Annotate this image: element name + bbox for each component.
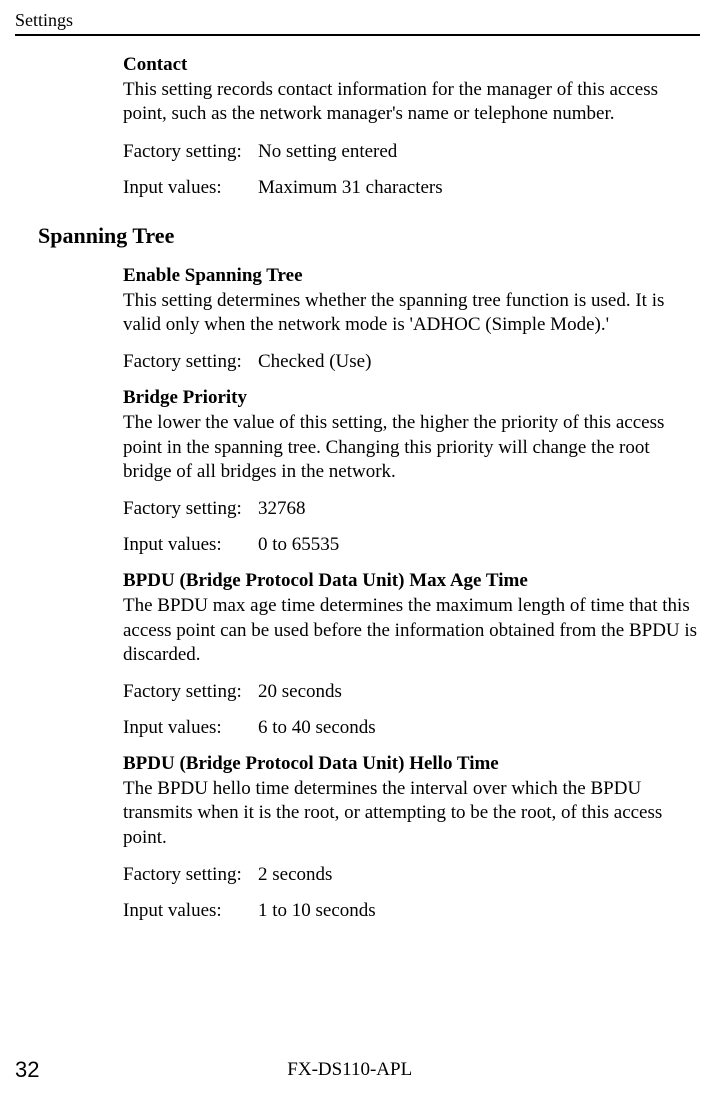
bpdu-hello-factory-row: Factory setting: 2 seconds [123, 864, 700, 886]
factory-setting-value: Checked (Use) [258, 351, 700, 373]
bpdu-hello-input-row: Input values: 1 to 10 seconds [123, 900, 700, 922]
bpdu-hello-description: The BPDU hello time determines the inter… [123, 777, 700, 850]
contact-heading: Contact [123, 54, 700, 76]
enable-spanning-description: This setting determines whether the span… [123, 289, 700, 338]
factory-setting-label: Factory setting: [123, 498, 258, 520]
bridge-priority-input-row: Input values: 0 to 65535 [123, 534, 700, 556]
input-values-value: 1 to 10 seconds [258, 900, 700, 922]
factory-setting-label: Factory setting: [123, 141, 258, 163]
bpdu-max-input-row: Input values: 6 to 40 seconds [123, 717, 700, 739]
input-values-label: Input values: [123, 717, 258, 739]
bridge-priority-heading: Bridge Priority [123, 387, 700, 409]
page-number: 32 [15, 1057, 39, 1083]
input-values-label: Input values: [123, 534, 258, 556]
page-header: Settings [15, 10, 700, 36]
bpdu-hello-heading: BPDU (Bridge Protocol Data Unit) Hello T… [123, 753, 700, 775]
input-values-label: Input values: [123, 900, 258, 922]
contact-description: This setting records contact information… [123, 78, 700, 127]
bridge-priority-description: The lower the value of this setting, the… [123, 411, 700, 484]
factory-setting-value: 32768 [258, 498, 700, 520]
input-values-value: Maximum 31 characters [258, 177, 700, 199]
bpdu-max-factory-row: Factory setting: 20 seconds [123, 681, 700, 703]
factory-setting-value: 2 seconds [258, 864, 700, 886]
input-values-label: Input values: [123, 177, 258, 199]
spanning-tree-section-heading: Spanning Tree [38, 223, 700, 249]
bpdu-max-description: The BPDU max age time determines the max… [123, 594, 700, 667]
contact-input-row: Input values: Maximum 31 characters [123, 177, 700, 199]
factory-setting-label: Factory setting: [123, 681, 258, 703]
bridge-priority-factory-row: Factory setting: 32768 [123, 498, 700, 520]
factory-setting-value: No setting entered [258, 141, 700, 163]
factory-setting-label: Factory setting: [123, 351, 258, 373]
contact-factory-row: Factory setting: No setting entered [123, 141, 700, 163]
bpdu-max-heading: BPDU (Bridge Protocol Data Unit) Max Age… [123, 570, 700, 592]
factory-setting-label: Factory setting: [123, 864, 258, 886]
footer-model: FX-DS110-APL [39, 1059, 700, 1081]
input-values-value: 0 to 65535 [258, 534, 700, 556]
factory-setting-value: 20 seconds [258, 681, 700, 703]
enable-spanning-factory-row: Factory setting: Checked (Use) [123, 351, 700, 373]
input-values-value: 6 to 40 seconds [258, 717, 700, 739]
main-content: Contact This setting records contact inf… [15, 54, 700, 922]
page-footer: 32 FX-DS110-APL [15, 1057, 700, 1083]
enable-spanning-heading: Enable Spanning Tree [123, 265, 700, 287]
